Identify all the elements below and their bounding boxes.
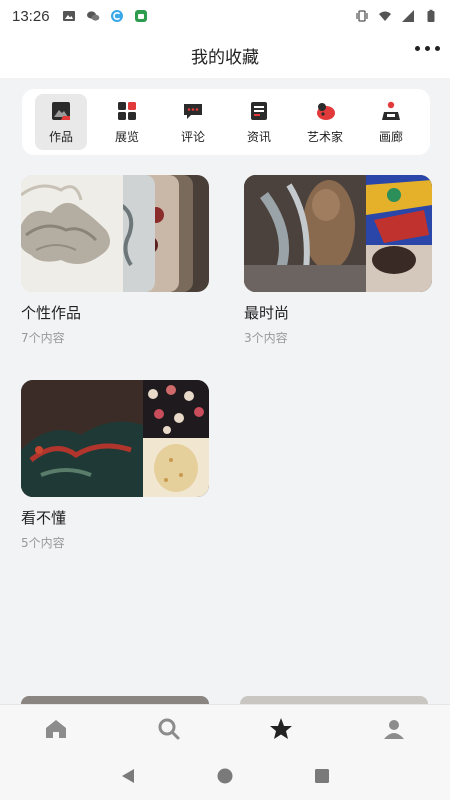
tab-favorites[interactable]	[251, 709, 311, 749]
system-navigation-bar	[0, 752, 450, 800]
c-app-icon	[110, 10, 123, 22]
collection-count: 7个内容	[21, 331, 65, 345]
tab-profile[interactable]	[364, 709, 424, 749]
collection-name: 个性作品	[21, 304, 82, 322]
wechat-icon	[86, 11, 99, 21]
star-icon	[270, 717, 293, 739]
category-tab-artist[interactable]: 艺术家	[299, 94, 351, 150]
cover-image	[21, 175, 209, 292]
android-app-icon	[134, 10, 147, 22]
collection-count: 3个内容	[244, 331, 288, 345]
home-icon	[46, 719, 67, 738]
search-icon	[158, 718, 180, 739]
back-button[interactable]	[108, 756, 148, 796]
wifi-icon	[379, 11, 391, 21]
collection-card[interactable]: 个性作品 7个内容	[21, 175, 209, 346]
category-tab-artwork[interactable]: 作品	[35, 94, 87, 150]
collection-card[interactable]: 看不懂 5个内容	[21, 380, 209, 551]
system-icons	[355, 9, 438, 23]
back-triangle-icon	[122, 769, 135, 783]
tab-search[interactable]	[139, 709, 199, 749]
bottom-tab-bar	[0, 704, 450, 752]
page-title: 我的收藏	[191, 47, 259, 68]
collection-cover[interactable]	[244, 175, 432, 292]
category-label: 艺术家	[306, 129, 343, 144]
exhibition-grid-icon	[118, 101, 136, 120]
collection-count: 5个内容	[21, 536, 65, 550]
recents-square-icon	[314, 769, 329, 783]
collection-name: 最时尚	[244, 304, 290, 322]
category-label: 展览	[114, 129, 139, 144]
category-label: 评论	[180, 129, 205, 144]
home-circle-icon	[217, 768, 233, 784]
gallery-icon	[382, 101, 400, 120]
recents-button[interactable]	[302, 756, 342, 796]
image-icon	[62, 11, 75, 21]
cover-image	[21, 380, 209, 497]
category-label: 画廊	[378, 129, 403, 144]
category-tab-gallery[interactable]: 画廊	[365, 94, 417, 150]
comment-icon	[184, 103, 202, 119]
battery-icon	[427, 9, 435, 22]
vibrate-icon	[356, 10, 368, 22]
collection-card[interactable]: 最时尚 3个内容	[244, 175, 432, 346]
category-tab-news[interactable]: 资讯	[233, 94, 285, 150]
category-tab-comment[interactable]: 评论	[167, 94, 219, 150]
status-time: 13:26	[12, 7, 50, 25]
app-header: 我的收藏	[0, 32, 450, 78]
news-icon	[251, 101, 267, 120]
category-label: 作品	[48, 129, 73, 144]
signal-icon	[402, 10, 414, 22]
artwork-icon	[52, 101, 70, 120]
collection-cover[interactable]	[21, 175, 209, 292]
tab-home[interactable]	[26, 709, 86, 749]
artist-icon	[317, 102, 335, 120]
notification-icons	[62, 9, 148, 23]
collection-name: 看不懂	[21, 509, 67, 527]
profile-icon	[383, 719, 404, 739]
cover-image	[244, 175, 432, 292]
more-horizontal-icon[interactable]	[415, 46, 440, 51]
category-label: 资讯	[246, 129, 271, 144]
home-nav-button[interactable]	[205, 756, 245, 796]
collection-cover[interactable]	[21, 380, 209, 497]
status-bar: 13:26	[0, 0, 450, 32]
category-tab-exhibition[interactable]: 展览	[101, 94, 153, 150]
category-tabs: 作品 展览 评论 资讯 艺术家 画廊	[22, 89, 430, 155]
